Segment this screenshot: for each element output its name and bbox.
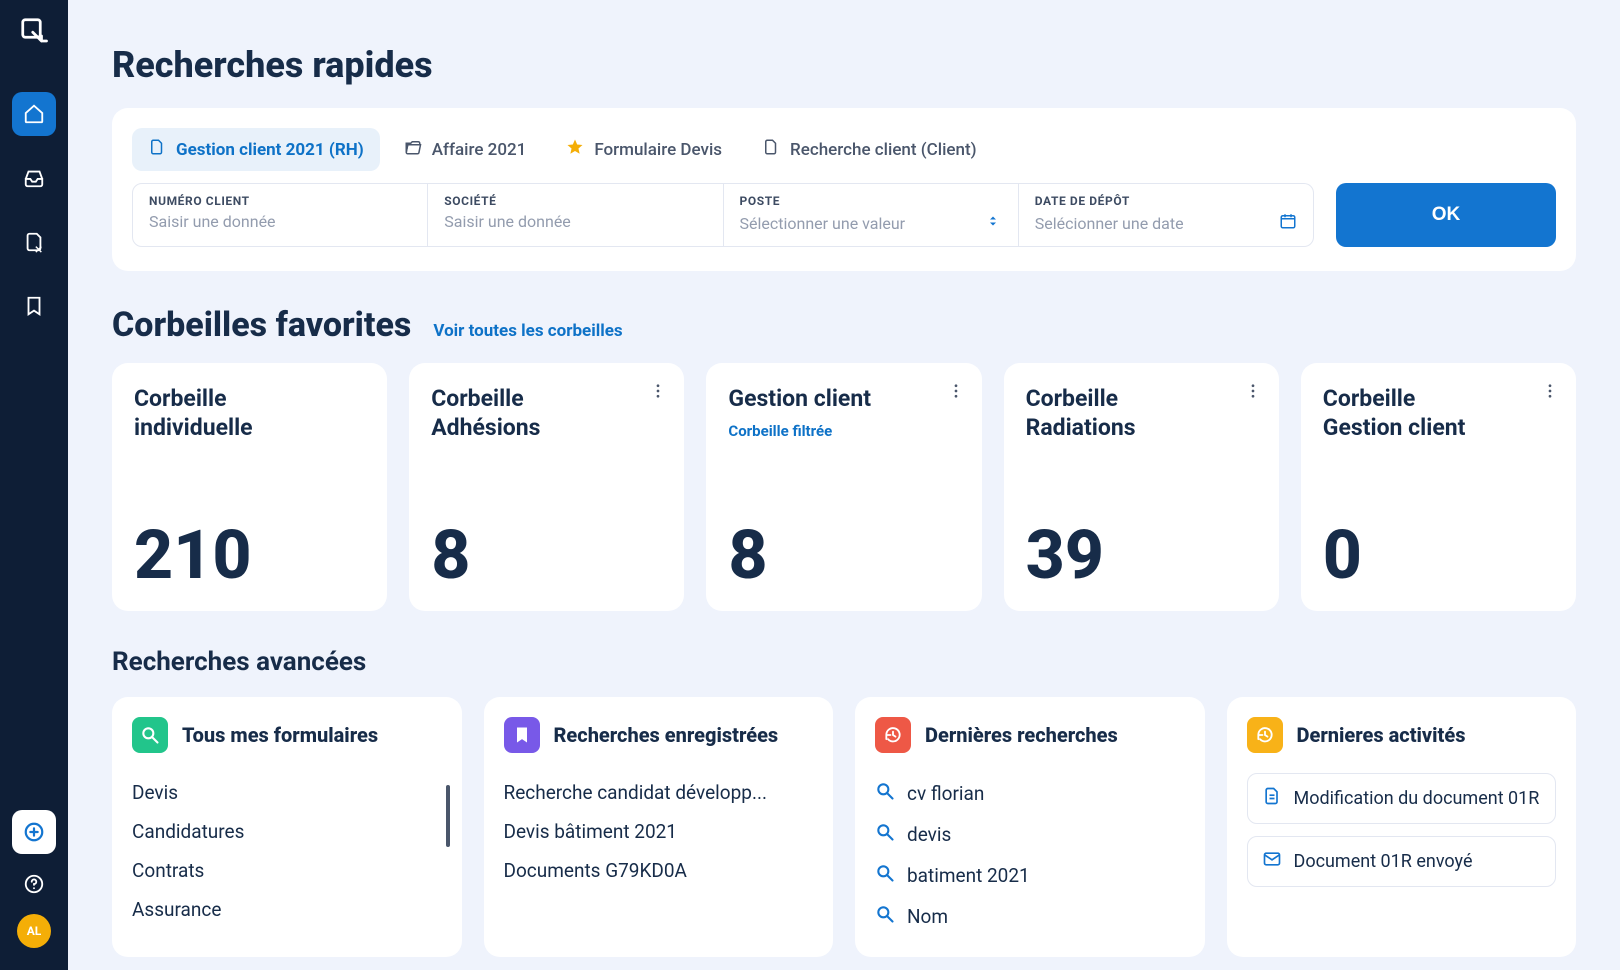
card-title: Dernières recherches (925, 723, 1118, 747)
list-item[interactable]: Devis bâtiment 2021 (504, 812, 814, 851)
inbox-card[interactable]: Gestion client Corbeille filtrée 8 (706, 363, 981, 611)
field-label: SOCIÉTÉ (444, 194, 706, 208)
inbox-card-title: Corbeille Gestion client (1323, 385, 1493, 443)
card-title: Tous mes formulaires (182, 723, 378, 747)
quick-search-panel: Gestion client 2021 (RH) Affaire 2021 Fo… (112, 108, 1576, 271)
inbox-card-title: Corbeille individuelle (134, 385, 304, 443)
list-item[interactable]: Devis (132, 773, 442, 812)
quick-search-tabs: Gestion client 2021 (RH) Affaire 2021 Fo… (132, 128, 1556, 171)
activity-item[interactable]: Modification du document 01R (1247, 773, 1557, 824)
field-placeholder: Selécionner une date (1035, 212, 1297, 234)
history-icon (1247, 717, 1283, 753)
search-icon (875, 904, 895, 929)
search-icon (875, 781, 895, 806)
quick-search-title: Recherches rapides (112, 44, 1576, 86)
calendar-icon (1279, 212, 1297, 234)
qs-tab-recherche-client[interactable]: Recherche client (Client) (746, 128, 993, 171)
field-placeholder: Sélectionner une valeur (740, 212, 1002, 234)
qs-tab-affaire[interactable]: Affaire 2021 (388, 128, 543, 171)
fav-inboxes-title: Corbeilles favorites (112, 305, 411, 345)
nav-inbox[interactable] (12, 156, 56, 200)
bookmark-icon (504, 717, 540, 753)
star-icon (566, 138, 584, 161)
inbox-card-count: 8 (728, 521, 959, 589)
list-item[interactable]: Assurance (132, 890, 442, 929)
ok-button[interactable]: OK (1336, 183, 1556, 247)
user-avatar[interactable]: AL (17, 914, 51, 948)
list-item[interactable]: devis (875, 814, 1185, 855)
inbox-card[interactable]: Corbeille Adhésions 8 (409, 363, 684, 611)
field-label: NUMÉRO CLIENT (149, 194, 411, 208)
field-label: DATE DE DÉPÔT (1035, 194, 1297, 208)
mail-icon (1262, 849, 1282, 874)
card-title: Recherches enregistrées (554, 723, 779, 747)
list-item[interactable]: Documents G79KD0A (504, 851, 814, 890)
nav-forms[interactable] (12, 220, 56, 264)
field-deposit-date[interactable]: DATE DE DÉPÔT Selécionner une date (1019, 183, 1314, 247)
list-item[interactable]: Contrats (132, 851, 442, 890)
nav-home[interactable] (12, 92, 56, 136)
qs-tab-formulaire-devis[interactable]: Formulaire Devis (550, 128, 738, 171)
more-icon[interactable] (1536, 377, 1564, 405)
search-icon (132, 717, 168, 753)
list-item[interactable]: cv florian (875, 773, 1185, 814)
field-company[interactable]: SOCIÉTÉ Saisir une donnée (428, 183, 723, 247)
folder-open-icon (404, 138, 422, 161)
sort-icon (984, 212, 1002, 234)
help-button[interactable] (12, 862, 56, 906)
more-icon[interactable] (644, 377, 672, 405)
more-icon[interactable] (942, 377, 970, 405)
list-item[interactable]: Recherche candidat développ... (504, 773, 814, 812)
all-forms-card: Tous mes formulaires Devis Candidatures … (112, 697, 462, 957)
inbox-card-count: 39 (1026, 521, 1257, 589)
advanced-grid: Tous mes formulaires Devis Candidatures … (112, 697, 1576, 957)
fav-inboxes-row: Corbeille individuelle 210 Corbeille Adh… (112, 363, 1576, 611)
field-label: POSTE (740, 194, 1002, 208)
inbox-card[interactable]: Corbeille individuelle 210 (112, 363, 387, 611)
list-item[interactable]: Nom (875, 896, 1185, 937)
scrollbar-thumb[interactable] (446, 785, 450, 847)
add-button[interactable] (12, 810, 56, 854)
list-item[interactable]: Candidatures (132, 812, 442, 851)
qs-tab-label: Affaire 2021 (432, 140, 527, 160)
sidebar: AL (0, 0, 68, 970)
inbox-card-subtitle: Corbeille filtrée (728, 422, 959, 440)
search-icon (875, 822, 895, 847)
doc-icon (1262, 786, 1282, 811)
qs-tab-label: Gestion client 2021 (RH) (176, 140, 364, 160)
file-icon (762, 138, 780, 161)
app-logo[interactable] (19, 16, 49, 46)
field-placeholder: Saisir une donnée (444, 212, 706, 231)
qs-tab-label: Recherche client (Client) (790, 140, 977, 160)
history-icon (875, 717, 911, 753)
recent-activity-card: Dernieres activités Modification du docu… (1227, 697, 1577, 957)
nav-bookmarks[interactable] (12, 284, 56, 328)
more-icon[interactable] (1239, 377, 1267, 405)
field-position[interactable]: POSTE Sélectionner une valeur (724, 183, 1019, 247)
qs-tab-label: Formulaire Devis (594, 140, 722, 160)
field-placeholder: Saisir une donnée (149, 212, 411, 231)
see-all-inboxes-link[interactable]: Voir toutes les corbeilles (433, 321, 622, 341)
saved-searches-card: Recherches enregistrées Recherche candid… (484, 697, 834, 957)
inbox-card[interactable]: Corbeille Gestion client 0 (1301, 363, 1576, 611)
list-item[interactable]: batiment 2021 (875, 855, 1185, 896)
card-title: Dernieres activités (1297, 723, 1466, 747)
quick-search-fields: NUMÉRO CLIENT Saisir une donnée SOCIÉTÉ … (132, 183, 1556, 247)
inbox-card-title: Corbeille Radiations (1026, 385, 1196, 443)
inbox-card-count: 0 (1323, 521, 1554, 589)
inbox-card-title: Corbeille Adhésions (431, 385, 601, 443)
inbox-card-count: 210 (134, 521, 365, 589)
advanced-searches-title: Recherches avancées (112, 647, 1576, 677)
field-client-number[interactable]: NUMÉRO CLIENT Saisir une donnée (132, 183, 428, 247)
recent-searches-card: Dernières recherches cv florian devis ba… (855, 697, 1205, 957)
inbox-card[interactable]: Corbeille Radiations 39 (1004, 363, 1279, 611)
inbox-card-title: Gestion client (728, 385, 898, 414)
inbox-card-count: 8 (431, 521, 662, 589)
activity-item[interactable]: Document 01R envoyé (1247, 836, 1557, 887)
qs-tab-gestion-client[interactable]: Gestion client 2021 (RH) (132, 128, 380, 171)
main-content: Recherches rapides Gestion client 2021 (… (68, 0, 1620, 970)
file-icon (148, 138, 166, 161)
search-icon (875, 863, 895, 888)
